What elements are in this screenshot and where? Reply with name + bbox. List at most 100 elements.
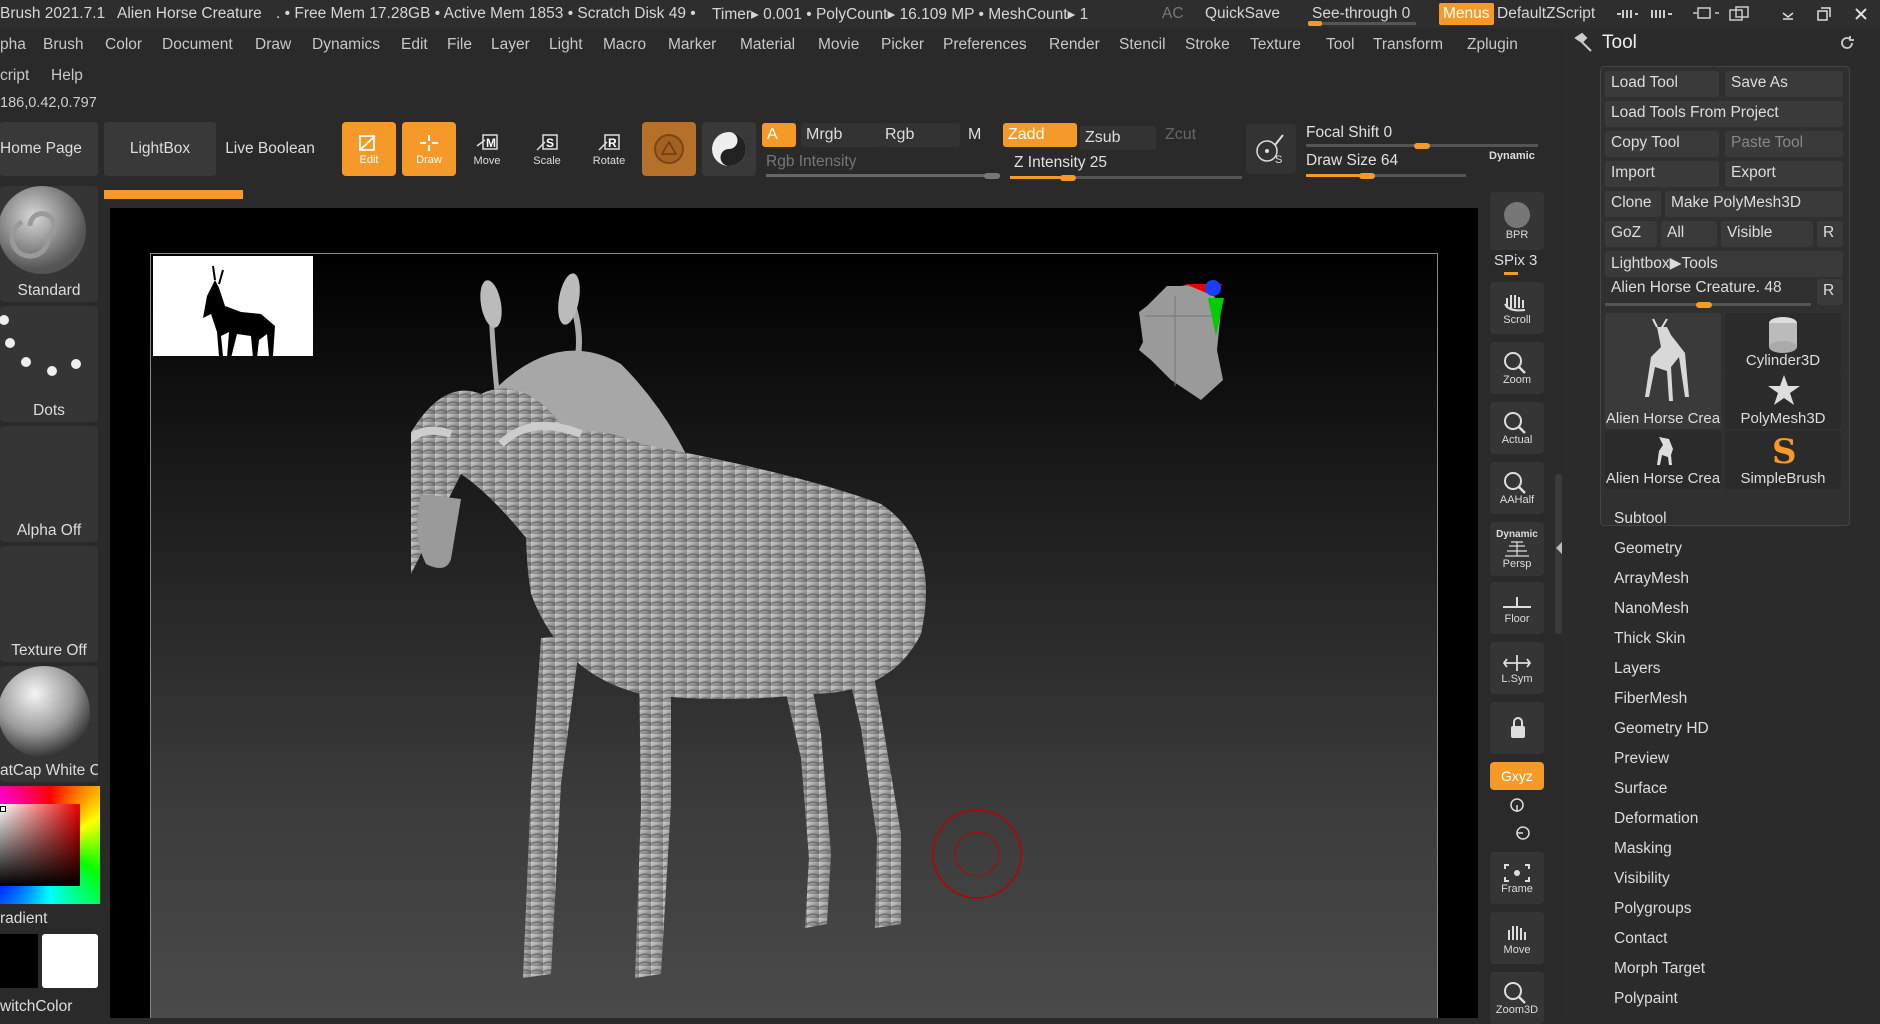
zoom-button[interactable]: Zoom xyxy=(1490,342,1544,394)
home-page-button[interactable]: Home Page xyxy=(0,122,98,176)
live-boolean-button[interactable]: Live Boolean xyxy=(220,122,320,176)
z-intensity-knob[interactable] xyxy=(1060,174,1076,181)
tool-thumb-alien-horse-2[interactable]: Alien Horse Crea xyxy=(1605,431,1721,489)
export-button[interactable]: Export xyxy=(1725,161,1843,187)
floor-button[interactable]: Floor xyxy=(1490,582,1544,634)
quicksave-button[interactable]: QuickSave xyxy=(1205,5,1280,23)
seethrough-slider[interactable]: See-through 0 xyxy=(1312,5,1410,23)
actual-button[interactable]: Actual xyxy=(1490,402,1544,454)
menu-texture[interactable]: Texture xyxy=(1250,36,1301,54)
primary-color-swatch[interactable] xyxy=(42,934,98,988)
menu-render[interactable]: Render xyxy=(1049,36,1100,54)
zoom3d-button[interactable]: Zoom3D xyxy=(1490,972,1544,1024)
window-copy-icon[interactable] xyxy=(1728,6,1756,22)
tool-thumb-cylinder3d[interactable]: Cylinder3D xyxy=(1725,313,1841,371)
rotate-z-icon[interactable] xyxy=(1514,824,1532,842)
close-icon[interactable] xyxy=(1853,6,1869,22)
polypaint-section[interactable]: Polypaint xyxy=(1614,990,1678,1008)
persp-button[interactable]: Dynamic Persp xyxy=(1490,522,1544,576)
window-swap-icon[interactable] xyxy=(1692,6,1720,22)
layers-section[interactable]: Layers xyxy=(1614,660,1661,678)
menu-tool[interactable]: Tool xyxy=(1326,36,1354,54)
menu-preferences[interactable]: Preferences xyxy=(943,36,1027,54)
layout-icon[interactable] xyxy=(1615,7,1639,21)
zadd-toggle[interactable]: Zadd xyxy=(1003,123,1077,147)
tool-thumb-simplebrush[interactable]: S SimpleBrush xyxy=(1725,431,1841,489)
alpha-selector[interactable]: Alpha Off xyxy=(0,426,98,542)
menu-zscript[interactable]: cript xyxy=(0,67,29,85)
menu-help[interactable]: Help xyxy=(51,67,83,85)
menu-stroke[interactable]: Stroke xyxy=(1185,36,1230,54)
move-view-button[interactable]: Move xyxy=(1490,912,1544,964)
nanomesh-section[interactable]: NanoMesh xyxy=(1614,600,1689,618)
move-button[interactable]: M Move xyxy=(460,122,514,176)
lsym-button[interactable]: L.Sym xyxy=(1490,642,1544,694)
lightbox-tools-button[interactable]: Lightbox▶Tools xyxy=(1605,251,1843,277)
focal-shift-knob[interactable] xyxy=(1414,142,1430,149)
minimize-icon[interactable] xyxy=(1780,7,1796,21)
stroke-selector[interactable]: Dots xyxy=(0,306,98,422)
menu-alpha[interactable]: pha xyxy=(0,36,26,54)
alien-horse-model[interactable] xyxy=(411,254,1131,1018)
lightbox-button[interactable]: LightBox xyxy=(104,122,216,176)
menu-material[interactable]: Material xyxy=(740,36,795,54)
geometry-section[interactable]: Geometry xyxy=(1614,540,1682,558)
secondary-color-swatch[interactable] xyxy=(0,934,38,988)
menu-macro[interactable]: Macro xyxy=(603,36,646,54)
menus-toggle[interactable]: Menus xyxy=(1439,3,1494,25)
menu-color[interactable]: Color xyxy=(105,36,142,54)
current-tool-slider[interactable]: Alien Horse Creature. 48 xyxy=(1611,279,1782,297)
m-toggle[interactable]: M xyxy=(963,123,997,147)
menu-document[interactable]: Document xyxy=(162,36,233,54)
tool-thumb-alien-horse-1[interactable]: Alien Horse Crea xyxy=(1605,313,1721,429)
fibermesh-section[interactable]: FiberMesh xyxy=(1614,690,1687,708)
menu-draw[interactable]: Draw xyxy=(255,36,291,54)
goz-visible-button[interactable]: Visible xyxy=(1721,221,1813,247)
zsub-toggle[interactable]: Zsub xyxy=(1080,126,1156,150)
rgb-toggle[interactable]: Rgb xyxy=(880,123,960,147)
subtool-section[interactable]: Subtool xyxy=(1614,510,1667,528)
copy-tool-button[interactable]: Copy Tool xyxy=(1605,131,1719,157)
draw-size-slider[interactable] xyxy=(1306,172,1466,179)
thick-skin-section[interactable]: Thick Skin xyxy=(1614,630,1686,648)
saturation-value-square[interactable] xyxy=(0,804,80,886)
load-tool-button[interactable]: Load Tool xyxy=(1605,71,1719,97)
spix-slider[interactable]: SPix 3 xyxy=(1494,252,1537,269)
lazy-mouse-button[interactable]: S xyxy=(1246,124,1296,174)
visibility-section[interactable]: Visibility xyxy=(1614,870,1670,888)
geometry-hd-section[interactable]: Geometry HD xyxy=(1614,720,1709,738)
edit-button[interactable]: Edit xyxy=(342,122,396,176)
menu-edit[interactable]: Edit xyxy=(401,36,428,54)
color-picker[interactable] xyxy=(0,786,100,904)
current-tool-track[interactable] xyxy=(1605,301,1811,308)
z-intensity-slider[interactable] xyxy=(1010,174,1242,181)
menu-light[interactable]: Light xyxy=(549,36,583,54)
brush-selector[interactable]: Standard xyxy=(0,186,98,302)
deformation-section[interactable]: Deformation xyxy=(1614,810,1698,828)
rgb-intensity-slider[interactable] xyxy=(766,172,1000,179)
menu-zplugin[interactable]: Zplugin xyxy=(1467,36,1518,54)
draw-size-knob[interactable] xyxy=(1358,172,1375,179)
zcut-toggle[interactable]: Zcut xyxy=(1160,123,1230,147)
dynamic-toggle[interactable]: Dynamic xyxy=(1489,150,1535,162)
document-area[interactable] xyxy=(110,208,1478,1018)
menu-brush[interactable]: Brush xyxy=(43,36,84,54)
material-swatch-button[interactable] xyxy=(642,122,696,176)
menu-layer[interactable]: Layer xyxy=(491,36,530,54)
menu-picker[interactable]: Picker xyxy=(881,36,924,54)
texture-selector[interactable]: Texture Off xyxy=(0,546,98,662)
spix-knob[interactable] xyxy=(1504,272,1518,275)
lock-button[interactable] xyxy=(1490,702,1544,754)
polygroups-section[interactable]: Polygroups xyxy=(1614,900,1692,918)
goz-r-button[interactable]: R xyxy=(1817,221,1843,247)
frame-button[interactable]: Frame xyxy=(1490,852,1544,904)
tool-thumb-polymesh3d[interactable]: PolyMesh3D xyxy=(1725,371,1841,429)
navigation-head-gizmo[interactable] xyxy=(1115,276,1235,416)
menu-movie[interactable]: Movie xyxy=(818,36,859,54)
arraymesh-section[interactable]: ArrayMesh xyxy=(1614,570,1689,588)
make-polymesh3d-button[interactable]: Make PolyMesh3D xyxy=(1665,191,1843,217)
contact-section[interactable]: Contact xyxy=(1614,930,1667,948)
bpr-button[interactable]: BPR xyxy=(1490,192,1544,250)
rgb-intensity-knob[interactable] xyxy=(984,172,1000,179)
scale-button[interactable]: S Scale xyxy=(520,122,574,176)
